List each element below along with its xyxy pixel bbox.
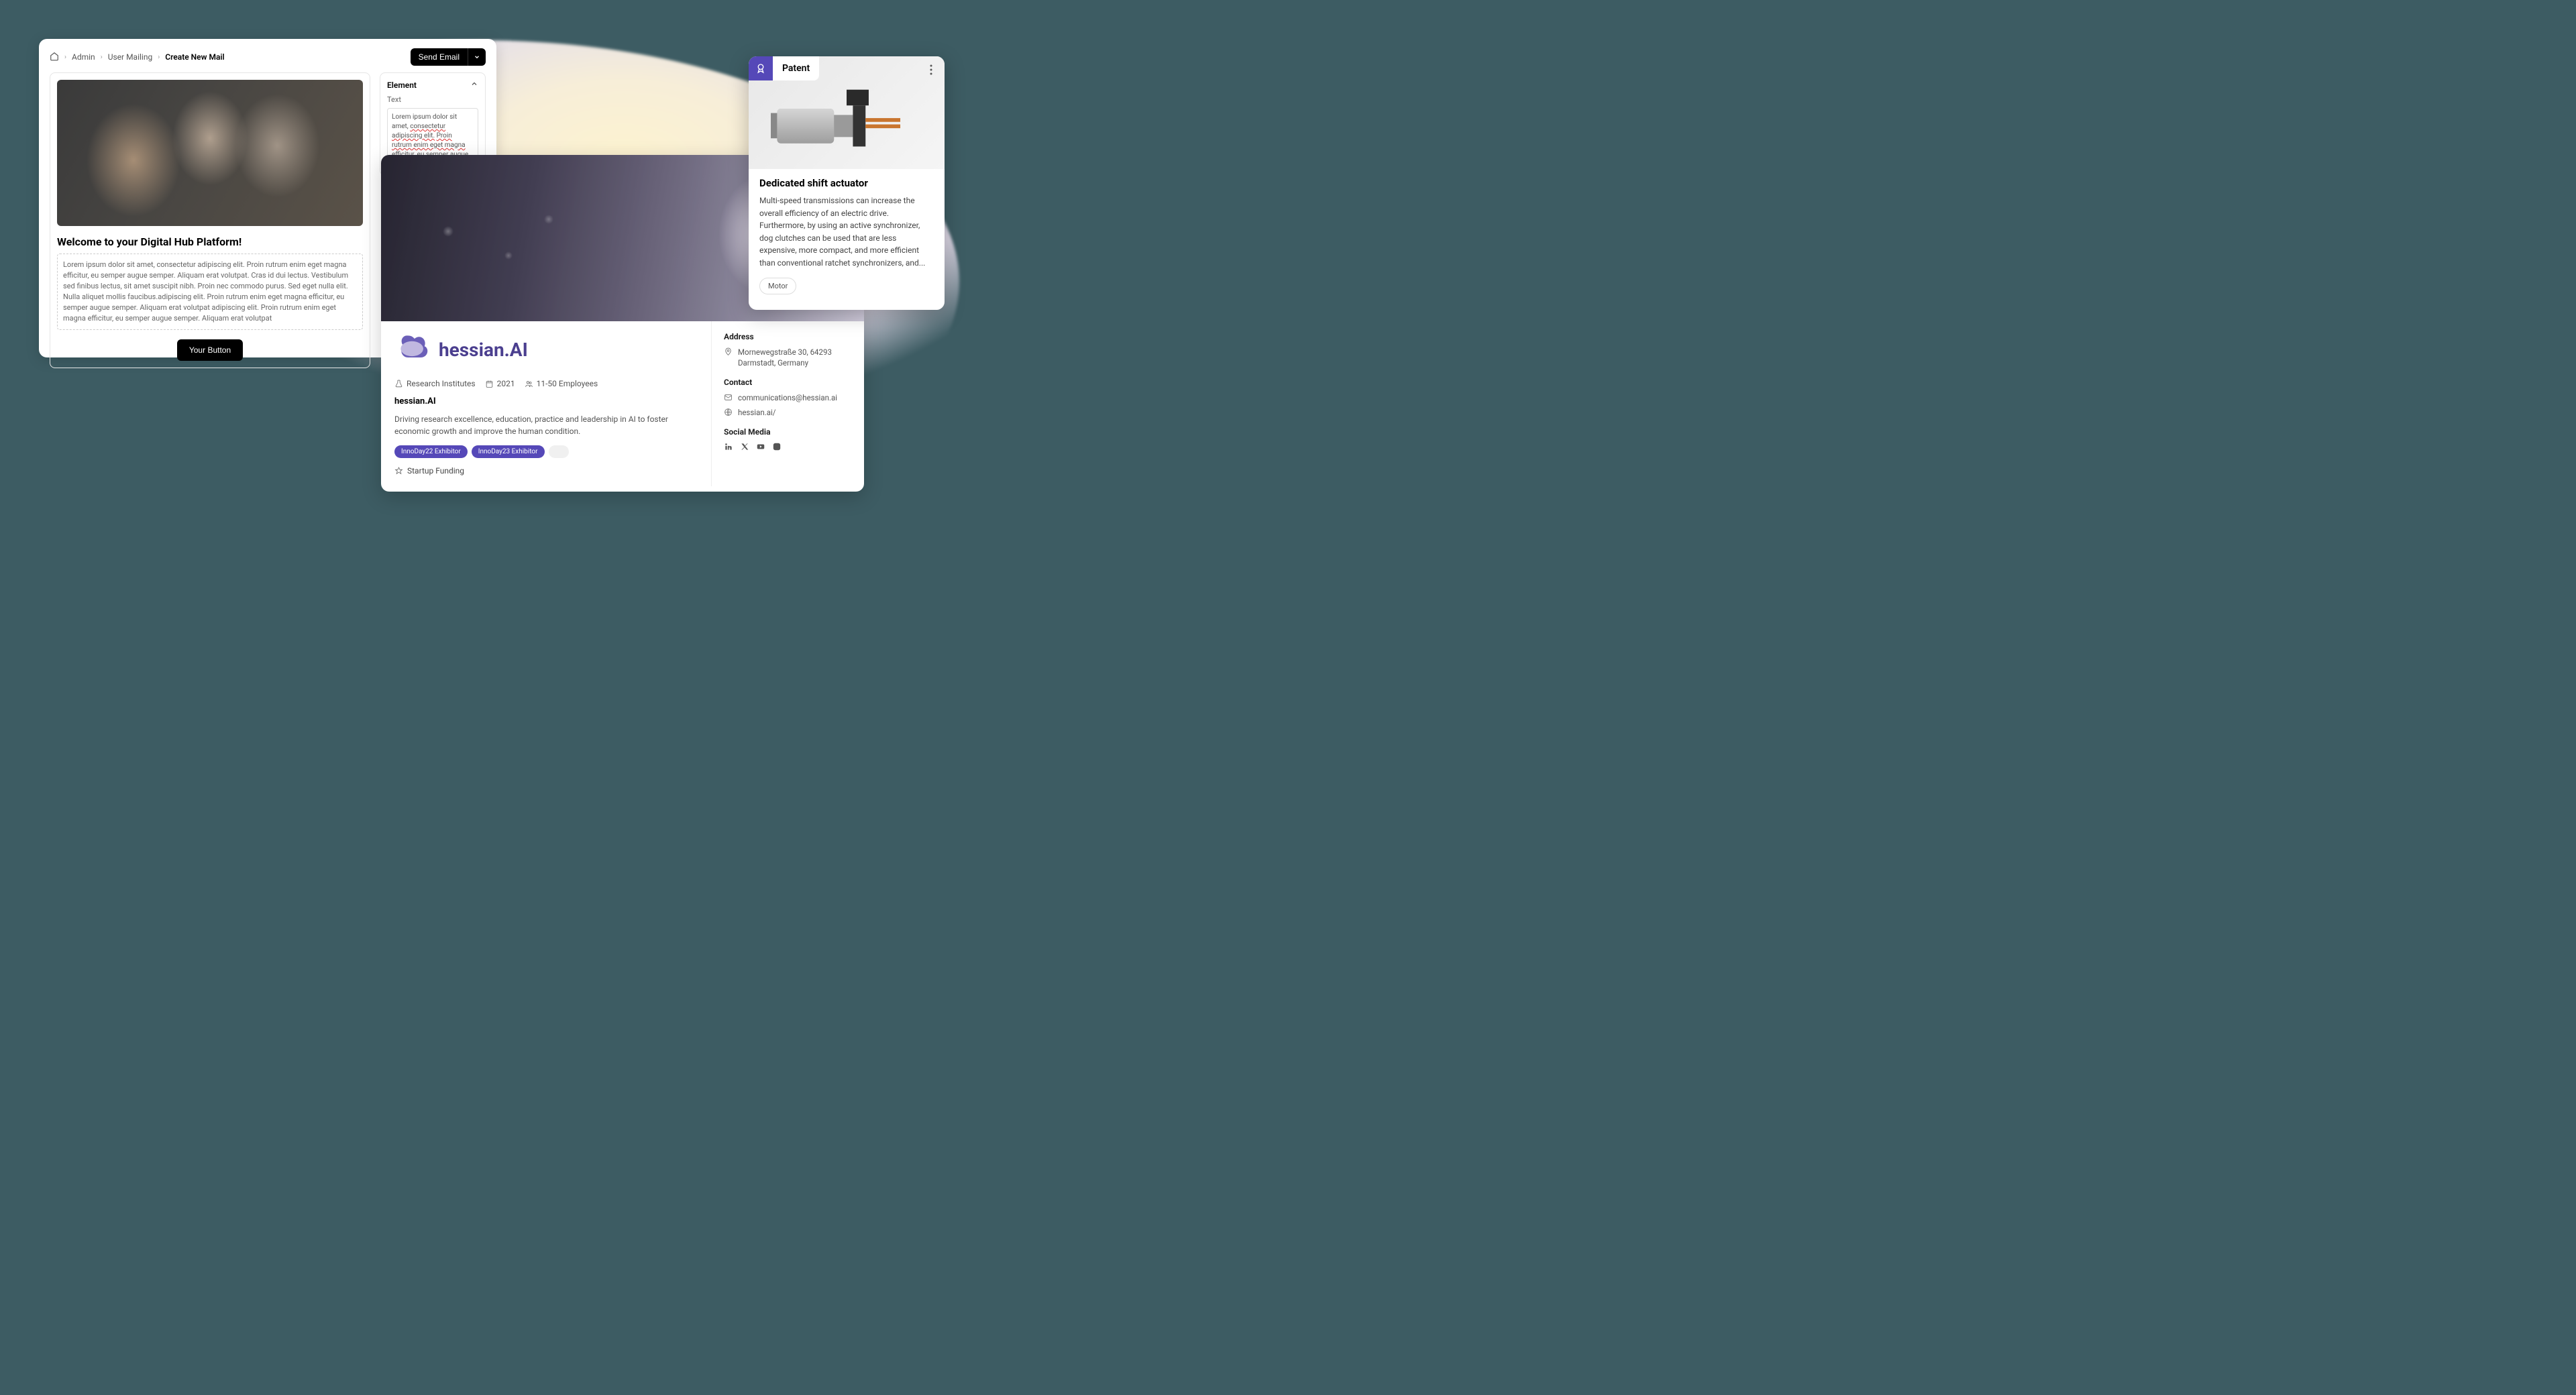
send-dropdown-button[interactable] <box>468 48 486 66</box>
breadcrumb-item[interactable]: User Mailing <box>108 52 153 62</box>
badge-pill[interactable]: InnoDay22 Exhibitor <box>394 445 468 458</box>
patent-rendering <box>762 87 931 162</box>
email-body-text[interactable]: Lorem ipsum dolor sit amet, consectetur … <box>57 254 363 330</box>
chevron-up-icon[interactable] <box>470 80 478 90</box>
patent-title: Dedicated shift actuator <box>759 177 934 189</box>
chevron-right-icon: › <box>64 54 66 61</box>
badge-pill-ghost <box>549 445 569 458</box>
patent-badge: Patent <box>749 56 819 80</box>
patent-description: Multi-speed transmissions can increase t… <box>759 194 934 270</box>
patent-image-area: Patent <box>749 56 945 169</box>
breadcrumb-item[interactable]: Admin <box>72 52 95 62</box>
users-icon <box>525 380 533 388</box>
send-email-button[interactable]: Send Email <box>411 48 468 66</box>
email-cta-button[interactable]: Your Button <box>177 339 243 361</box>
year-meta: 2021 <box>485 379 515 388</box>
hero-image-placeholder[interactable] <box>57 80 363 226</box>
breadcrumb: › Admin › User Mailing › Create New Mail <box>50 52 225 63</box>
company-badges: InnoDay22 Exhibitor InnoDay23 Exhibitor <box>394 445 698 458</box>
patent-tag[interactable]: Motor <box>759 278 796 294</box>
flask-icon <box>394 380 403 388</box>
badge-pill[interactable]: InnoDay23 Exhibitor <box>472 445 545 458</box>
profile-main: hessian.AI Research Institutes 2021 11-5… <box>381 321 711 486</box>
location-icon <box>724 347 733 356</box>
youtube-icon[interactable] <box>756 442 765 453</box>
patent-body: Dedicated shift actuator Multi-speed tra… <box>749 169 945 302</box>
home-icon[interactable] <box>50 52 59 63</box>
company-brand-name: hessian.AI <box>439 339 528 361</box>
breadcrumb-current: Create New Mail <box>165 52 224 62</box>
funding-icon <box>394 467 403 476</box>
employees-meta: 11-50 Employees <box>525 379 598 388</box>
editor-toolbar: › Admin › User Mailing › Create New Mail… <box>50 48 486 66</box>
award-icon <box>749 56 773 80</box>
funding-row: Startup Funding <box>394 466 698 476</box>
address-heading: Address <box>724 332 852 341</box>
profile-body: hessian.AI Research Institutes 2021 11-5… <box>381 321 864 486</box>
social-links <box>724 442 852 453</box>
company-meta: Research Institutes 2021 11-50 Employees <box>394 379 698 388</box>
instagram-icon[interactable] <box>772 442 782 453</box>
mail-icon <box>724 393 733 402</box>
company-description: Driving research excellence, education, … <box>394 413 698 437</box>
x-icon[interactable] <box>740 442 749 453</box>
panel-title: Element <box>387 80 417 90</box>
category-meta: Research Institutes <box>394 379 476 388</box>
address-row: Mornewegstraße 30, 64293 Darmstadt, Germ… <box>724 347 852 368</box>
email-row[interactable]: communications@hessian.ai <box>724 392 852 403</box>
kebab-menu-icon[interactable] <box>923 62 939 78</box>
patent-card: Patent <box>749 56 945 310</box>
social-heading: Social Media <box>724 427 852 437</box>
funding-label: Startup Funding <box>407 466 464 476</box>
contact-heading: Contact <box>724 378 852 387</box>
profile-sidebar: Address Mornewegstraße 30, 64293 Darmsta… <box>711 321 864 486</box>
chevron-right-icon: › <box>158 54 160 61</box>
send-button-group: Send Email <box>411 48 486 66</box>
company-name: hessian.AI <box>394 396 698 406</box>
globe-icon <box>724 408 733 416</box>
logo-mark-icon <box>394 332 432 367</box>
email-heading[interactable]: Welcome to your Digital Hub Platform! <box>57 235 363 248</box>
chevron-right-icon: › <box>101 54 103 61</box>
website-row[interactable]: hessian.ai/ <box>724 407 852 418</box>
calendar-icon <box>485 380 494 388</box>
company-logo: hessian.AI <box>394 332 698 367</box>
text-field-label: Text <box>387 95 478 104</box>
editor-canvas[interactable]: Welcome to your Digital Hub Platform! Lo… <box>50 72 370 368</box>
linkedin-icon[interactable] <box>724 442 733 453</box>
patent-badge-label: Patent <box>773 56 819 80</box>
